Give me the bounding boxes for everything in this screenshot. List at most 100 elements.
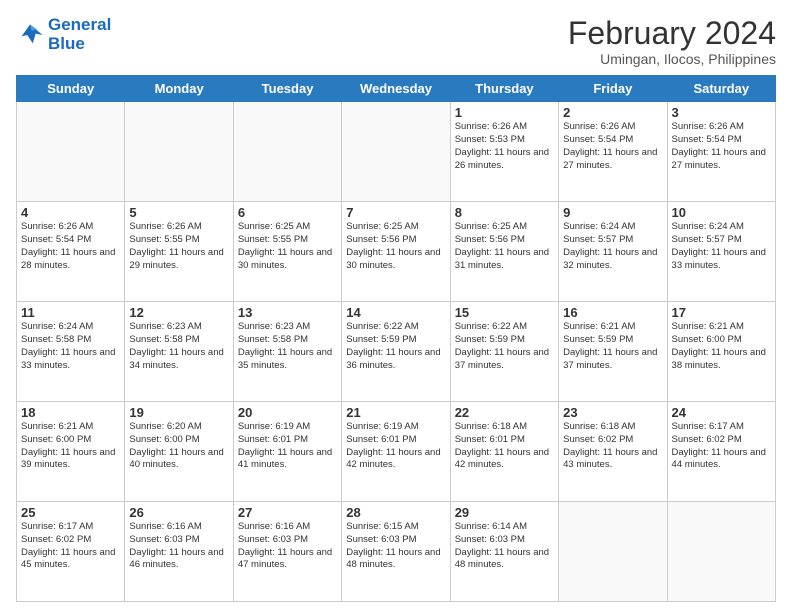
day-info: Sunrise: 6:19 AM Sunset: 6:01 PM Dayligh… [238,421,337,472]
calendar-week-4: 18Sunrise: 6:21 AM Sunset: 6:00 PM Dayli… [17,402,776,502]
calendar-cell: 22Sunrise: 6:18 AM Sunset: 6:01 PM Dayli… [450,402,558,502]
calendar-cell: 15Sunrise: 6:22 AM Sunset: 5:59 PM Dayli… [450,302,558,402]
calendar-cell: 26Sunrise: 6:16 AM Sunset: 6:03 PM Dayli… [125,502,233,602]
day-info: Sunrise: 6:24 AM Sunset: 5:58 PM Dayligh… [21,321,120,372]
day-info: Sunrise: 6:20 AM Sunset: 6:00 PM Dayligh… [129,421,228,472]
calendar-header-row: SundayMondayTuesdayWednesdayThursdayFrid… [17,76,776,102]
day-info: Sunrise: 6:26 AM Sunset: 5:55 PM Dayligh… [129,221,228,272]
calendar-cell: 1Sunrise: 6:26 AM Sunset: 5:53 PM Daylig… [450,102,558,202]
day-header-friday: Friday [559,76,667,102]
day-number: 24 [672,405,771,420]
day-info: Sunrise: 6:24 AM Sunset: 5:57 PM Dayligh… [563,221,662,272]
calendar-cell: 28Sunrise: 6:15 AM Sunset: 6:03 PM Dayli… [342,502,450,602]
day-info: Sunrise: 6:22 AM Sunset: 5:59 PM Dayligh… [455,321,554,372]
day-info: Sunrise: 6:25 AM Sunset: 5:55 PM Dayligh… [238,221,337,272]
calendar-cell: 8Sunrise: 6:25 AM Sunset: 5:56 PM Daylig… [450,202,558,302]
day-info: Sunrise: 6:18 AM Sunset: 6:01 PM Dayligh… [455,421,554,472]
calendar-cell: 20Sunrise: 6:19 AM Sunset: 6:01 PM Dayli… [233,402,341,502]
day-number: 8 [455,205,554,220]
header: General Blue February 2024 Umingan, Iloc… [16,16,776,67]
day-info: Sunrise: 6:25 AM Sunset: 5:56 PM Dayligh… [455,221,554,272]
day-number: 9 [563,205,662,220]
day-number: 11 [21,305,120,320]
day-info: Sunrise: 6:26 AM Sunset: 5:54 PM Dayligh… [563,121,662,172]
day-number: 21 [346,405,445,420]
day-number: 17 [672,305,771,320]
calendar-cell: 13Sunrise: 6:23 AM Sunset: 5:58 PM Dayli… [233,302,341,402]
calendar-cell: 17Sunrise: 6:21 AM Sunset: 6:00 PM Dayli… [667,302,775,402]
calendar-week-3: 11Sunrise: 6:24 AM Sunset: 5:58 PM Dayli… [17,302,776,402]
calendar-cell: 3Sunrise: 6:26 AM Sunset: 5:54 PM Daylig… [667,102,775,202]
day-header-tuesday: Tuesday [233,76,341,102]
day-info: Sunrise: 6:18 AM Sunset: 6:02 PM Dayligh… [563,421,662,472]
day-info: Sunrise: 6:26 AM Sunset: 5:53 PM Dayligh… [455,121,554,172]
title-block: February 2024 Umingan, Ilocos, Philippin… [568,16,776,67]
day-number: 2 [563,105,662,120]
day-info: Sunrise: 6:26 AM Sunset: 5:54 PM Dayligh… [672,121,771,172]
day-number: 27 [238,505,337,520]
calendar-cell [17,102,125,202]
day-info: Sunrise: 6:21 AM Sunset: 5:59 PM Dayligh… [563,321,662,372]
calendar-cell: 10Sunrise: 6:24 AM Sunset: 5:57 PM Dayli… [667,202,775,302]
calendar-cell: 6Sunrise: 6:25 AM Sunset: 5:55 PM Daylig… [233,202,341,302]
day-number: 19 [129,405,228,420]
day-info: Sunrise: 6:15 AM Sunset: 6:03 PM Dayligh… [346,521,445,572]
day-info: Sunrise: 6:23 AM Sunset: 5:58 PM Dayligh… [238,321,337,372]
calendar-cell [125,102,233,202]
day-number: 28 [346,505,445,520]
day-number: 3 [672,105,771,120]
day-info: Sunrise: 6:16 AM Sunset: 6:03 PM Dayligh… [129,521,228,572]
day-number: 14 [346,305,445,320]
day-info: Sunrise: 6:23 AM Sunset: 5:58 PM Dayligh… [129,321,228,372]
day-number: 26 [129,505,228,520]
calendar-table: SundayMondayTuesdayWednesdayThursdayFrid… [16,75,776,602]
calendar-week-1: 1Sunrise: 6:26 AM Sunset: 5:53 PM Daylig… [17,102,776,202]
calendar-cell [342,102,450,202]
day-header-saturday: Saturday [667,76,775,102]
calendar-cell: 18Sunrise: 6:21 AM Sunset: 6:00 PM Dayli… [17,402,125,502]
day-info: Sunrise: 6:17 AM Sunset: 6:02 PM Dayligh… [21,521,120,572]
calendar-cell: 27Sunrise: 6:16 AM Sunset: 6:03 PM Dayli… [233,502,341,602]
calendar-cell: 12Sunrise: 6:23 AM Sunset: 5:58 PM Dayli… [125,302,233,402]
month-title: February 2024 [568,16,776,51]
calendar-cell [559,502,667,602]
calendar-cell [233,102,341,202]
calendar-cell: 21Sunrise: 6:19 AM Sunset: 6:01 PM Dayli… [342,402,450,502]
calendar-cell: 23Sunrise: 6:18 AM Sunset: 6:02 PM Dayli… [559,402,667,502]
day-number: 1 [455,105,554,120]
logo: General Blue [16,16,111,53]
logo-text: General Blue [48,16,111,53]
calendar-cell [667,502,775,602]
day-number: 16 [563,305,662,320]
day-info: Sunrise: 6:14 AM Sunset: 6:03 PM Dayligh… [455,521,554,572]
calendar-cell: 16Sunrise: 6:21 AM Sunset: 5:59 PM Dayli… [559,302,667,402]
day-info: Sunrise: 6:22 AM Sunset: 5:59 PM Dayligh… [346,321,445,372]
day-number: 7 [346,205,445,220]
day-number: 25 [21,505,120,520]
day-number: 22 [455,405,554,420]
day-info: Sunrise: 6:17 AM Sunset: 6:02 PM Dayligh… [672,421,771,472]
day-info: Sunrise: 6:26 AM Sunset: 5:54 PM Dayligh… [21,221,120,272]
calendar-cell: 29Sunrise: 6:14 AM Sunset: 6:03 PM Dayli… [450,502,558,602]
day-number: 10 [672,205,771,220]
day-number: 4 [21,205,120,220]
day-number: 12 [129,305,228,320]
location-subtitle: Umingan, Ilocos, Philippines [568,51,776,67]
day-number: 6 [238,205,337,220]
day-number: 13 [238,305,337,320]
day-info: Sunrise: 6:16 AM Sunset: 6:03 PM Dayligh… [238,521,337,572]
calendar-cell: 25Sunrise: 6:17 AM Sunset: 6:02 PM Dayli… [17,502,125,602]
calendar-cell: 4Sunrise: 6:26 AM Sunset: 5:54 PM Daylig… [17,202,125,302]
day-number: 5 [129,205,228,220]
calendar-cell: 24Sunrise: 6:17 AM Sunset: 6:02 PM Dayli… [667,402,775,502]
logo-icon [16,21,44,49]
calendar-cell: 5Sunrise: 6:26 AM Sunset: 5:55 PM Daylig… [125,202,233,302]
day-info: Sunrise: 6:21 AM Sunset: 6:00 PM Dayligh… [672,321,771,372]
day-header-sunday: Sunday [17,76,125,102]
day-info: Sunrise: 6:21 AM Sunset: 6:00 PM Dayligh… [21,421,120,472]
calendar-cell: 11Sunrise: 6:24 AM Sunset: 5:58 PM Dayli… [17,302,125,402]
calendar-week-2: 4Sunrise: 6:26 AM Sunset: 5:54 PM Daylig… [17,202,776,302]
calendar-week-5: 25Sunrise: 6:17 AM Sunset: 6:02 PM Dayli… [17,502,776,602]
day-number: 15 [455,305,554,320]
calendar-cell: 2Sunrise: 6:26 AM Sunset: 5:54 PM Daylig… [559,102,667,202]
